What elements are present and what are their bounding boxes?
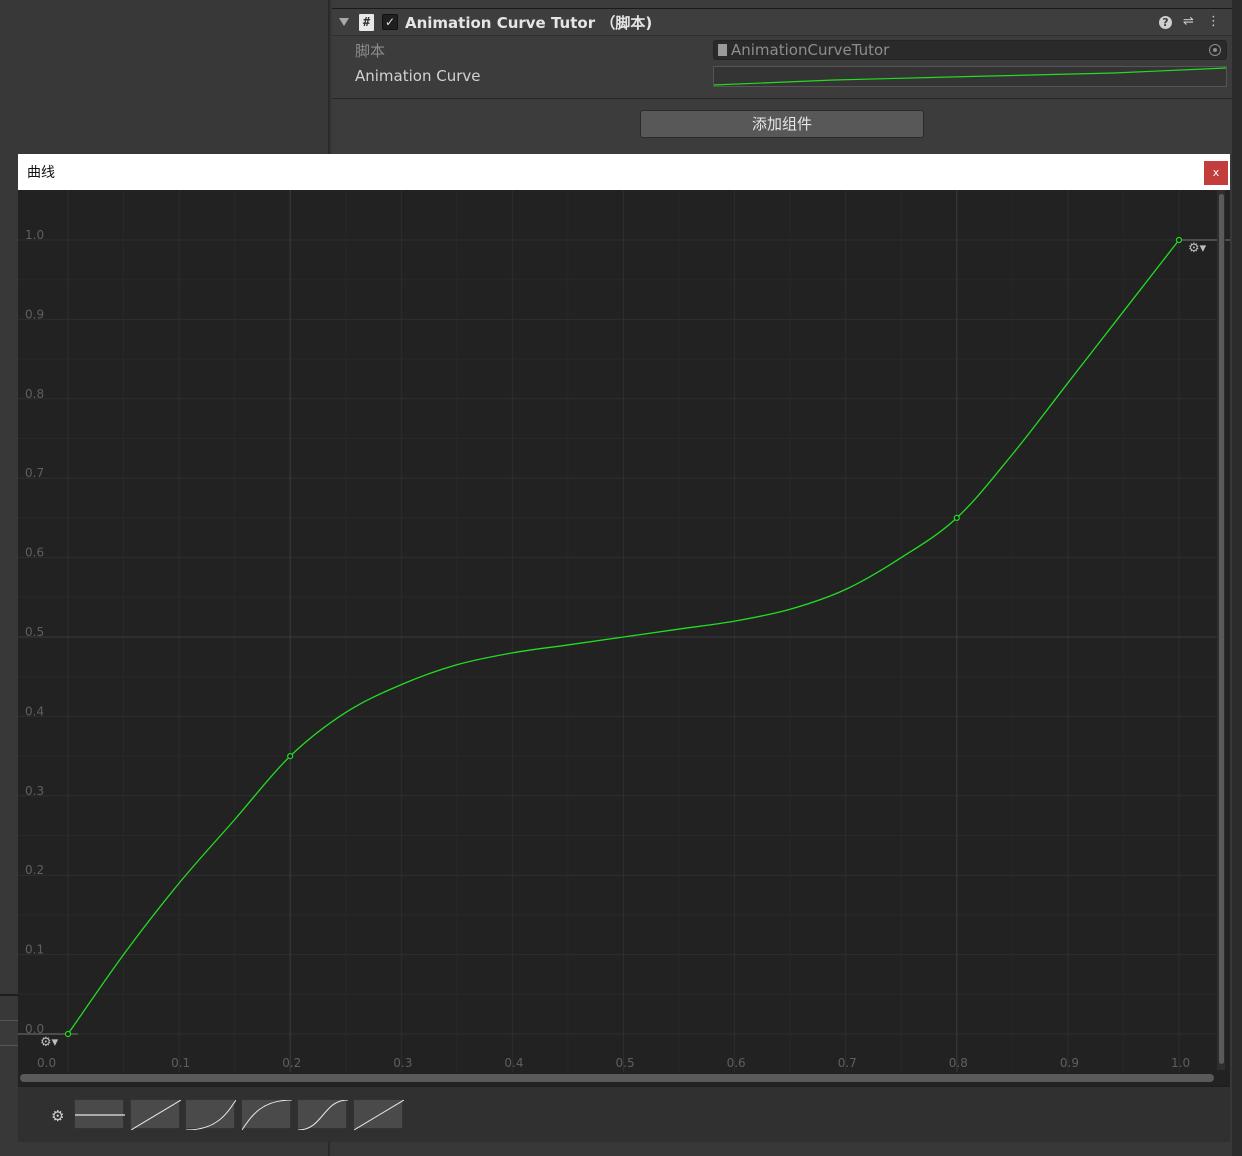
panel-field [0, 1020, 18, 1046]
x-tick-label: 0.3 [393, 1056, 412, 1070]
more-options-icon[interactable]: ⋮ [1205, 13, 1222, 30]
preset-ease-in[interactable] [185, 1099, 236, 1130]
y-tick-label: 0.8 [25, 387, 44, 401]
x-tick-label: 0.2 [282, 1056, 301, 1070]
foldout-arrow-icon[interactable] [339, 18, 349, 26]
close-button[interactable]: x [1204, 161, 1228, 185]
preset-linear[interactable] [130, 1099, 181, 1130]
curve-label: Animation Curve [355, 67, 481, 85]
object-picker-icon[interactable] [1209, 44, 1221, 56]
post-wrap-gear-icon[interactable]: ⚙▾ [1188, 241, 1207, 256]
y-tick-label: 0.6 [25, 546, 44, 560]
help-icon[interactable]: ? [1159, 16, 1172, 29]
x-tick-label: 0.5 [616, 1056, 635, 1070]
y-tick-label: 0.5 [25, 625, 44, 639]
y-tick-label: 0.3 [25, 784, 44, 798]
panel-divider [0, 994, 20, 996]
preset-flat[interactable] [74, 1099, 125, 1129]
y-tick-label: 0.4 [25, 704, 44, 718]
y-tick-label: 0.9 [25, 307, 44, 321]
script-hash-icon: # [359, 13, 374, 31]
curve-window-title: 曲线 [27, 165, 55, 181]
x-tick-label: 0.8 [949, 1056, 968, 1070]
inspector-panel: # ✓ Animation Curve Tutor （脚本) ? ⇌ ⋮ 脚本 … [332, 0, 1232, 155]
x-tick-label: 1.0 [1171, 1056, 1190, 1070]
presets-gear-icon[interactable]: ⚙ [51, 1107, 64, 1125]
x-tick-label: 0.1 [171, 1056, 190, 1070]
curve-editor-window: 曲线 x 0.0 0.1 0.2 0.3 0.4 0.5 0.6 0.7 0.8 0.9 1.0 0.… [18, 154, 1230, 1142]
keyframe-point[interactable] [64, 1030, 72, 1038]
script-object-value: AnimationCurveTutor [731, 41, 890, 59]
animation-curve-field[interactable] [713, 66, 1227, 87]
window-edge [1232, 0, 1242, 1156]
preset-sliders-icon[interactable]: ⇌ [1180, 13, 1197, 30]
y-tick-label: 0.1 [25, 943, 44, 957]
script-label: 脚本 [355, 41, 386, 60]
keyframe-point[interactable] [1175, 236, 1183, 244]
curve-property-row: Animation Curve [355, 65, 481, 87]
curve-field-preview [713, 67, 1227, 86]
y-tick-label: 0.7 [25, 466, 44, 480]
script-property-row: 脚本 [355, 39, 385, 61]
preset-ease-out[interactable] [241, 1099, 292, 1130]
x-tick-label: 0.4 [504, 1056, 523, 1070]
add-component-button[interactable]: 添加组件 [640, 110, 924, 138]
vertical-scrollbar-thumb[interactable] [1219, 194, 1224, 1064]
curve-presets-bar: ⚙ [18, 1086, 1230, 1142]
pre-wrap-gear-icon[interactable]: ⚙▾ [40, 1035, 59, 1050]
x-tick-label: 0.6 [727, 1056, 746, 1070]
keyframe-point[interactable] [287, 752, 294, 760]
x-tick-label: 0.7 [838, 1056, 857, 1070]
component-enable-toggle[interactable]: ✓ [382, 14, 398, 30]
component-header[interactable]: # ✓ Animation Curve Tutor （脚本) ? ⇌ ⋮ [332, 8, 1232, 36]
script-file-icon [718, 44, 727, 56]
y-tick-label: 1.0 [25, 228, 44, 242]
y-tick-label: 0.0 [25, 1022, 44, 1036]
script-object-field[interactable]: AnimationCurveTutor [713, 40, 1227, 60]
horizontal-scrollbar[interactable] [20, 1074, 1214, 1082]
preset-linear-alt[interactable] [353, 1099, 404, 1130]
curve-window-titlebar[interactable]: 曲线 x [18, 154, 1230, 190]
keyframe-point[interactable] [953, 514, 960, 521]
component-title: Animation Curve Tutor （脚本) [405, 13, 653, 32]
curve-graph[interactable]: 0.0 0.1 0.2 0.3 0.4 0.5 0.6 0.7 0.8 0.9 1.0 0.0 0.1 0… [18, 190, 1230, 1080]
inspector-divider [332, 98, 1232, 99]
y-tick-label: 0.2 [25, 863, 44, 877]
x-tick-label: 0.0 [37, 1056, 56, 1070]
preset-ease-in-out[interactable] [297, 1099, 348, 1130]
x-tick-label: 0.9 [1060, 1056, 1079, 1070]
